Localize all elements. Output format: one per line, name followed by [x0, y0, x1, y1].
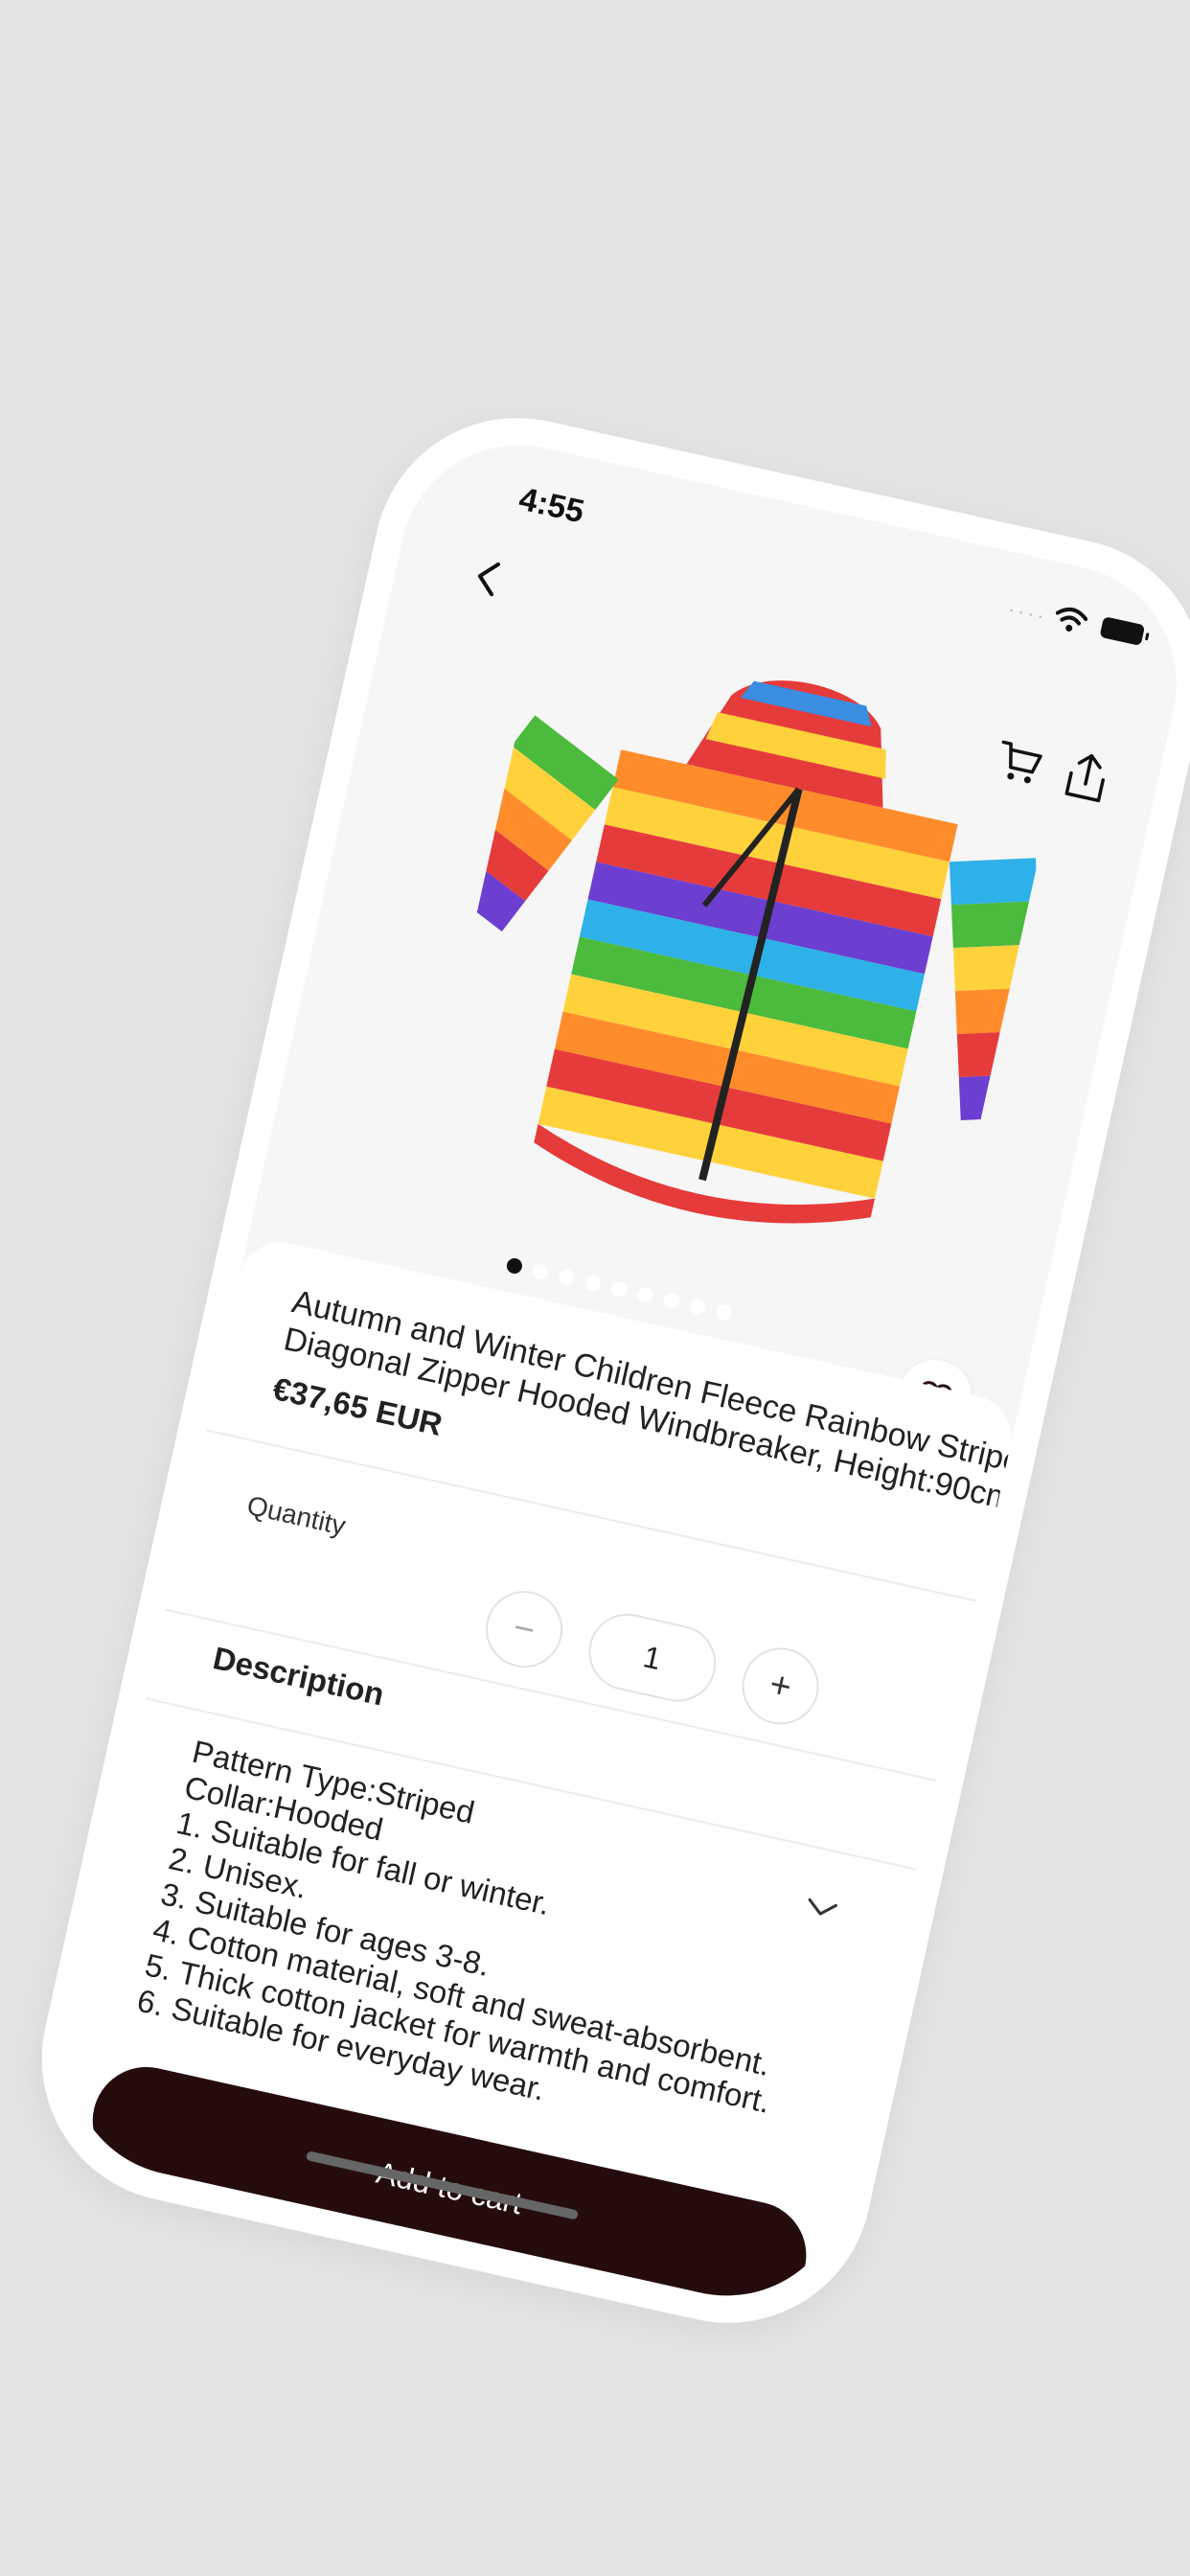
pagination-dot[interactable]: [584, 1274, 603, 1293]
product-details-sheet: Autumn and Winter Children Fleece Rainbo…: [46, 1234, 1054, 2319]
description-title[interactable]: Description: [210, 1640, 387, 1713]
back-button[interactable]: [459, 549, 516, 607]
pagination-dot[interactable]: [715, 1302, 734, 1322]
screen: 4:55 ···· Autumn and Winter Children Fle…: [46, 422, 1190, 2319]
quantity-stepper[interactable]: − 1 +: [478, 1583, 827, 1733]
quantity-label: Quantity: [244, 1489, 349, 1541]
cart-button[interactable]: [991, 734, 1048, 792]
wifi-icon: [1055, 607, 1088, 632]
pagination-dot[interactable]: [505, 1256, 524, 1276]
pagination-dot[interactable]: [662, 1291, 681, 1310]
cellular-signal-icon: ····: [1005, 596, 1050, 629]
pagination-dot[interactable]: [558, 1268, 577, 1287]
decrease-quantity-button[interactable]: −: [478, 1583, 570, 1675]
status-time: 4:55: [515, 480, 587, 531]
battery-icon: [1099, 616, 1146, 647]
product-image: [418, 680, 1047, 1224]
back-icon: [477, 562, 500, 597]
phone-frame: 4:55 ···· Autumn and Winter Children Fle…: [13, 390, 1190, 2351]
quantity-value[interactable]: 1: [581, 1606, 723, 1710]
pagination-dot[interactable]: [531, 1262, 550, 1281]
pagination-dot[interactable]: [636, 1285, 655, 1304]
pagination-dot[interactable]: [688, 1297, 707, 1316]
pagination-dot[interactable]: [609, 1279, 629, 1299]
cart-icon: [1001, 740, 1042, 784]
increase-quantity-button[interactable]: +: [734, 1640, 827, 1733]
